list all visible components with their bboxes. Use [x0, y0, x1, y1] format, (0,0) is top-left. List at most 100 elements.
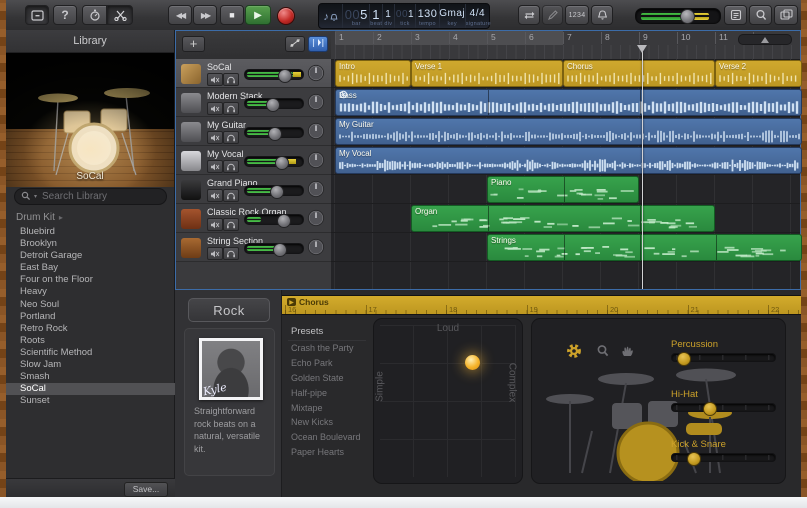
mute-button[interactable]: [207, 218, 223, 231]
pan-knob[interactable]: [307, 64, 325, 82]
library-item[interactable]: Bluebird: [6, 226, 175, 238]
master-volume-slider[interactable]: [635, 8, 721, 24]
playhead[interactable]: [642, 45, 643, 289]
record-button[interactable]: [277, 7, 295, 25]
kit-slider-knob[interactable]: [677, 352, 691, 366]
library-item[interactable]: Sunset: [6, 395, 175, 407]
mute-button[interactable]: [207, 160, 223, 173]
library-item[interactable]: Four on the Floor: [6, 274, 175, 286]
region[interactable]: My Vocal: [335, 147, 802, 174]
library-item[interactable]: Scientific Method: [6, 347, 175, 359]
track-volume-knob[interactable]: [277, 214, 291, 228]
library-search-field[interactable]: ▾: [14, 188, 167, 205]
preset-item[interactable]: Mixtape: [288, 401, 366, 416]
preset-item[interactable]: Ocean Boulevard: [288, 430, 366, 445]
pan-knob[interactable]: [307, 180, 325, 198]
genre-button[interactable]: Rock: [188, 298, 270, 322]
library-item[interactable]: Roots: [6, 335, 175, 347]
xy-pad[interactable]: Loud Soft Simple Complex: [373, 318, 523, 484]
fast-forward-button[interactable]: ▶▶: [193, 5, 217, 25]
track-volume-slider[interactable]: [244, 69, 304, 80]
kit-swing-button[interactable]: [617, 343, 637, 363]
notepad-button[interactable]: [724, 5, 747, 25]
region[interactable]: Piano: [487, 176, 639, 203]
track-volume-knob[interactable]: [268, 127, 282, 141]
library-item[interactable]: Slow Jam: [6, 359, 175, 371]
drum-kit-silhouette[interactable]: [538, 361, 748, 481]
solo-button[interactable]: [223, 102, 239, 115]
quick-help-button[interactable]: ?: [53, 5, 77, 25]
lcd-key[interactable]: Gmaj key: [440, 4, 466, 28]
pan-knob[interactable]: [307, 151, 325, 169]
drummer-card[interactable]: Kyle Straightforward rock beats on a nat…: [184, 328, 275, 476]
loop-browser-button[interactable]: [749, 5, 772, 25]
mute-button[interactable]: [207, 189, 223, 202]
mute-button[interactable]: [207, 131, 223, 144]
kit-slider[interactable]: [671, 353, 776, 362]
pan-knob[interactable]: [307, 122, 325, 140]
master-volume-knob[interactable]: [680, 9, 695, 24]
lcd-display[interactable]: ♪ 005 bar 1 beat 1 div 001 tick: [318, 3, 490, 29]
library-item[interactable]: Smash: [6, 371, 175, 383]
track-header-row[interactable]: My Vocal: [176, 146, 331, 175]
preset-item[interactable]: Half-pipe: [288, 386, 366, 401]
library-item[interactable]: SoCal: [6, 383, 175, 395]
xy-pad-puck[interactable]: [465, 355, 480, 370]
track-header-row[interactable]: My Guitar: [176, 117, 331, 146]
zoom-slider-knob[interactable]: [761, 37, 769, 43]
play-button[interactable]: ▶: [245, 5, 271, 25]
track-volume-knob[interactable]: [270, 185, 284, 199]
track-volume-slider[interactable]: [244, 98, 304, 109]
editors-button[interactable]: [107, 5, 133, 25]
preset-item[interactable]: Crash the Party: [288, 341, 366, 356]
smart-controls-button[interactable]: [82, 5, 107, 25]
region[interactable]: Bass: [335, 89, 802, 116]
kit-slider-knob[interactable]: [687, 452, 701, 466]
mute-button[interactable]: [207, 102, 223, 115]
region[interactable]: Chorus: [563, 60, 715, 87]
preset-item[interactable]: Golden State: [288, 371, 366, 386]
lcd-tempo[interactable]: 130 tempo: [416, 4, 439, 28]
track-volume-slider[interactable]: [244, 127, 304, 138]
track-header-row[interactable]: Grand Piano: [176, 175, 331, 204]
cycle-button[interactable]: [518, 5, 540, 25]
library-item[interactable]: Portland: [6, 311, 175, 323]
region[interactable]: Strings: [487, 234, 802, 261]
track-header-row[interactable]: SoCal: [176, 59, 331, 88]
lcd-signature[interactable]: 4/4 signature: [466, 4, 489, 28]
track-volume-slider[interactable]: [244, 185, 304, 196]
kit-slider[interactable]: [671, 453, 776, 462]
zoom-slider[interactable]: [738, 34, 792, 45]
solo-button[interactable]: [223, 73, 239, 86]
metronome-button[interactable]: [591, 5, 613, 25]
kit-details-button[interactable]: [593, 343, 613, 363]
solo-button[interactable]: [223, 218, 239, 231]
track-volume-knob[interactable]: [275, 156, 289, 170]
track-volume-slider[interactable]: [244, 243, 304, 254]
library-toggle-button[interactable]: [25, 5, 49, 25]
library-item[interactable]: Retro Rock: [6, 323, 175, 335]
search-input[interactable]: [40, 190, 154, 203]
solo-button[interactable]: [223, 189, 239, 202]
kit-slider-knob[interactable]: [703, 402, 717, 416]
stop-button[interactable]: ■: [220, 5, 244, 25]
save-button[interactable]: Save...: [124, 482, 168, 497]
kit-settings-button[interactable]: [564, 343, 584, 363]
mute-button[interactable]: [207, 73, 223, 86]
solo-button[interactable]: [223, 160, 239, 173]
track-volume-slider[interactable]: [244, 156, 304, 167]
rewind-button[interactable]: ◀◀: [168, 5, 192, 25]
library-section-header[interactable]: Drum Kit▸: [16, 212, 63, 223]
kit-slider[interactable]: [671, 403, 776, 412]
region[interactable]: Intro: [335, 60, 411, 87]
search-dropdown-arrow-icon[interactable]: ▾: [34, 193, 37, 200]
track-header-row[interactable]: Classic Rock Organ: [176, 204, 331, 233]
track-volume-knob[interactable]: [278, 69, 292, 83]
add-track-button[interactable]: +: [182, 36, 205, 52]
track-volume-knob[interactable]: [266, 98, 280, 112]
library-item[interactable]: East Bay: [6, 262, 175, 274]
catch-playhead-button[interactable]: [308, 36, 328, 52]
library-item[interactable]: Detroit Garage: [6, 250, 175, 262]
preset-item[interactable]: Echo Park: [288, 356, 366, 371]
solo-button[interactable]: [223, 131, 239, 144]
